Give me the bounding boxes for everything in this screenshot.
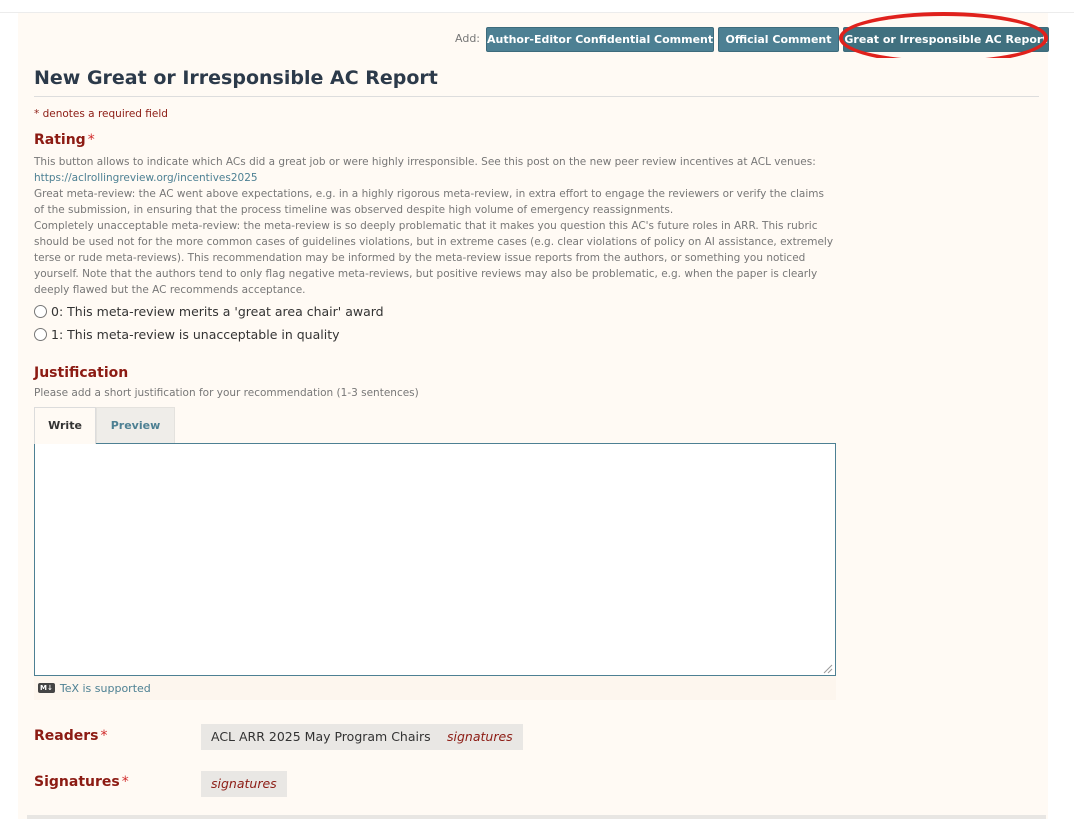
right-margin (1048, 12, 1074, 819)
tab-preview[interactable]: Preview (96, 407, 175, 443)
rating-option-0[interactable]: 0: This meta-review merits a 'great area… (34, 304, 384, 319)
radio-button[interactable] (34, 328, 47, 341)
add-label: Add: (455, 32, 481, 45)
readers-label: Readers (34, 728, 99, 744)
unacceptable-meta-review-text: Completely unacceptable meta-review: the… (34, 220, 834, 296)
reader-chip-program-chairs[interactable]: ACL ARR 2025 May Program Chairs (201, 724, 441, 750)
radio-button[interactable] (34, 305, 47, 318)
great-meta-review-text: Great meta-review: the AC went above exp… (34, 188, 824, 216)
signatures-label: Signatures (34, 774, 120, 790)
justification-label: Justification (34, 365, 129, 381)
top-cut-off-strip (0, 0, 1074, 13)
signatures-heading: Signatures * (34, 774, 129, 790)
tab-write[interactable]: Write (34, 407, 96, 444)
justification-heading: Justification (34, 365, 128, 381)
great-or-irresponsible-ac-report-button[interactable]: Great or Irresponsible AC Report (843, 27, 1049, 52)
rating-option-label: 1: This meta-review is unacceptable in q… (51, 327, 340, 342)
tex-support-note: M↓ TeX is supported (34, 676, 836, 700)
add-toolbar: Add: Author-Editor Confidential Comment … (0, 27, 1074, 53)
rating-intro: This button allows to indicate which ACs… (34, 156, 816, 168)
author-editor-confidential-comment-button[interactable]: Author-Editor Confidential Comment (486, 27, 714, 52)
tex-support-text[interactable]: TeX is supported (60, 682, 151, 695)
form-title: New Great or Irresponsible AC Report (34, 67, 438, 89)
required-field-note: * denotes a required field (34, 108, 168, 120)
required-star: * (87, 132, 95, 148)
required-star: * (121, 774, 129, 790)
readers-heading: Readers * (34, 728, 107, 744)
rating-heading: Rating * (34, 132, 95, 148)
title-divider (34, 96, 1039, 97)
required-star: * (100, 728, 108, 744)
rating-option-1[interactable]: 1: This meta-review is unacceptable in q… (34, 327, 340, 342)
incentives-link[interactable]: https://aclrollingreview.org/incentives2… (34, 170, 834, 186)
rating-option-label: 0: This meta-review merits a 'great area… (51, 304, 384, 319)
signature-chip[interactable]: signatures (201, 771, 287, 797)
report-form-panel: New Great or Irresponsible AC Report * d… (27, 58, 1046, 815)
rating-description: This button allows to indicate which ACs… (34, 154, 834, 298)
reader-chip-signatures[interactable]: signatures (437, 724, 523, 750)
bottom-edge (27, 815, 1046, 819)
markdown-icon: M↓ (38, 683, 55, 693)
official-comment-button[interactable]: Official Comment (718, 27, 839, 52)
justification-description: Please add a short justification for you… (34, 387, 419, 399)
justification-textarea[interactable] (34, 443, 836, 676)
resize-grip-icon[interactable] (821, 662, 833, 674)
rating-label: Rating (34, 132, 86, 148)
